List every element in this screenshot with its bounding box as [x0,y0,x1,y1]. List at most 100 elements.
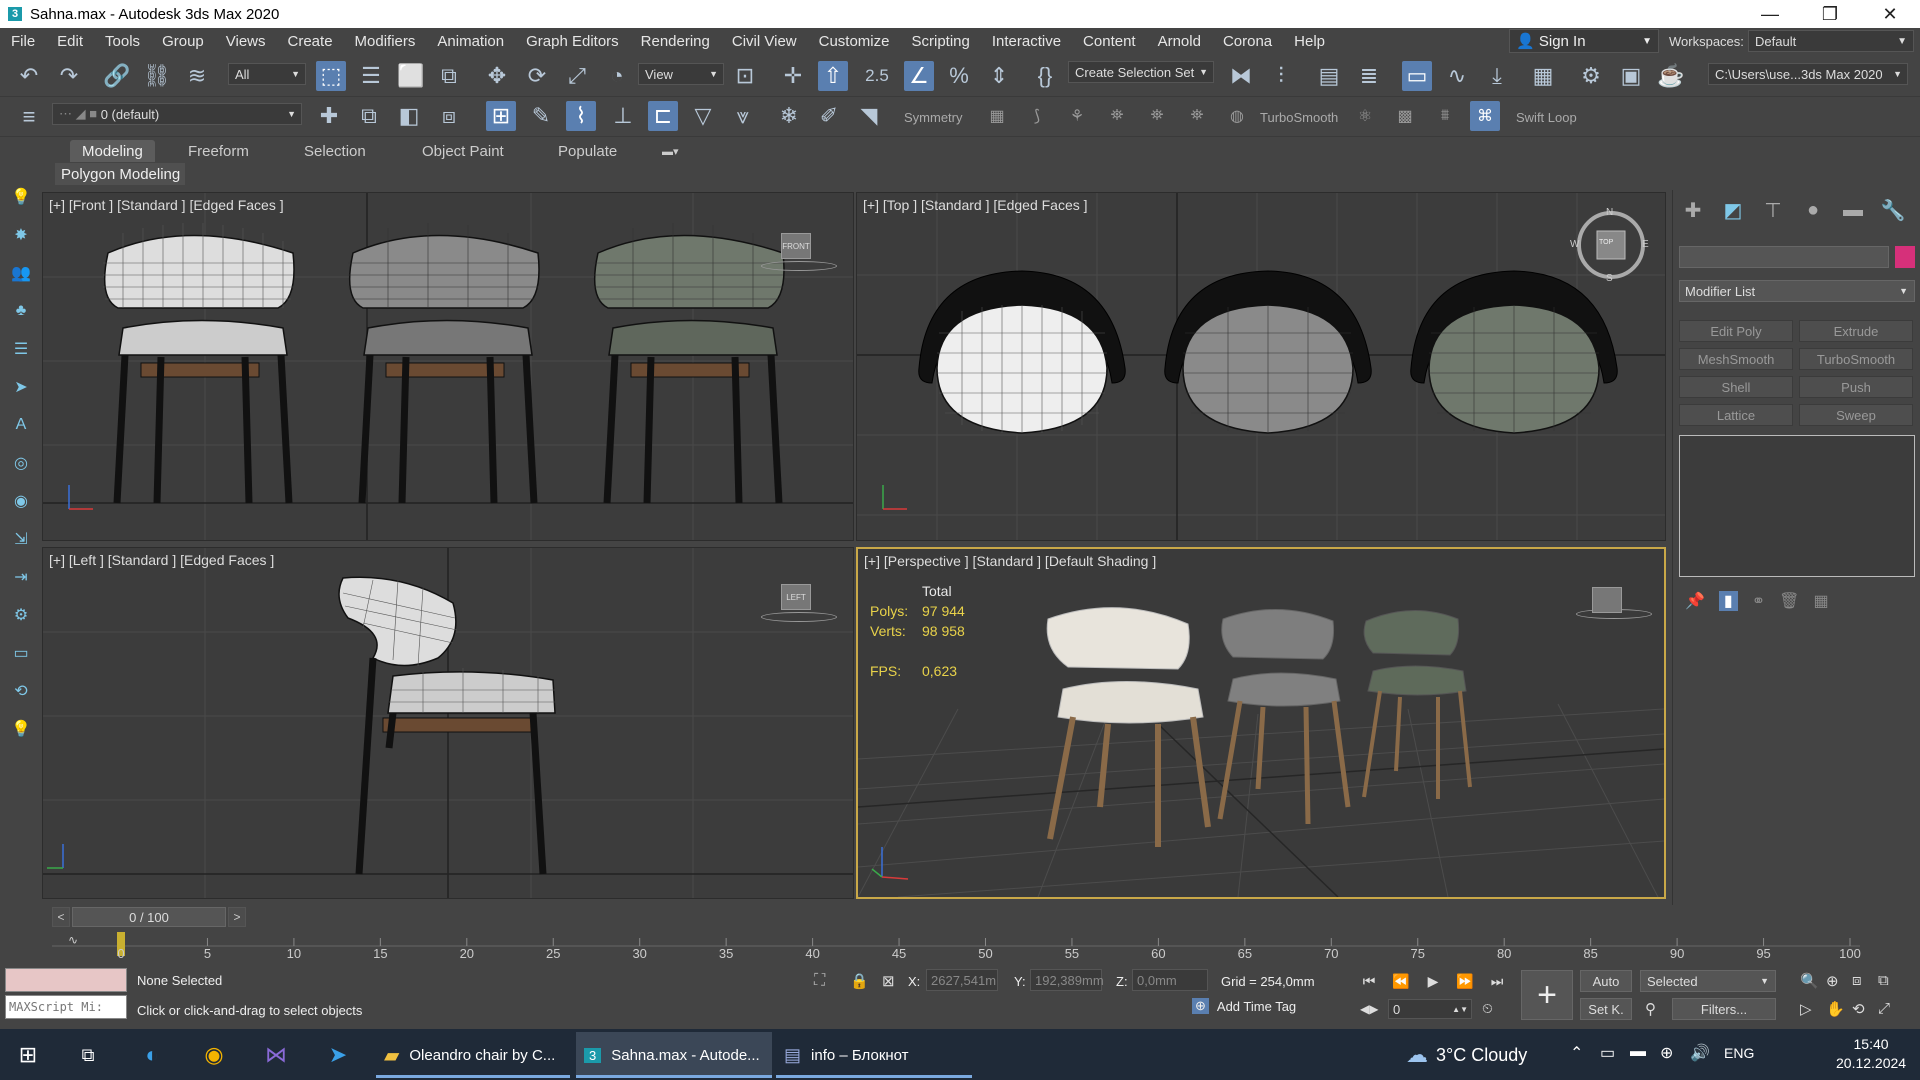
taskbar-app-3dsmax[interactable]: 3 Sahna.max - Autode... [576,1032,772,1078]
menu-views[interactable]: Views [215,33,277,50]
battery-icon[interactable]: ▬ [1630,1043,1646,1061]
tab-populate[interactable]: Populate [546,140,629,162]
bind-spacewarp-icon[interactable]: ≋ [182,61,212,91]
menu-scripting[interactable]: Scripting [900,33,980,50]
viewcube[interactable]: LEFT [781,584,811,610]
menu-customize[interactable]: Customize [808,33,901,50]
task-view-icon[interactable]: ⧉ [70,1037,106,1073]
pointer-icon[interactable]: ➤ [9,375,33,399]
viewport-top-label[interactable]: [+] [Top ] [Standard ] [Edged Faces ] [863,197,1088,213]
angle-snap-icon[interactable]: ∠ [904,61,934,91]
select-by-shape-icon[interactable]: ⩔ [728,101,758,131]
menu-content[interactable]: Content [1072,33,1147,50]
gear-icon[interactable]: ⚙ [9,603,33,627]
redo-icon[interactable]: ↷ [54,61,84,91]
frame-icon[interactable]: ▭ [9,641,33,665]
isolate-selection-icon[interactable]: ⛶ [814,972,825,990]
layer-select[interactable]: ⋯ ◢ ■ 0 (default) ▼ [52,103,302,125]
zoom-icon[interactable]: 🔍 [1800,972,1819,990]
show-end-result-icon[interactable]: ▮ [1718,591,1738,611]
globe-icon[interactable]: ⊕ [1660,1043,1673,1063]
key-filter-select[interactable]: Selected ▼ [1640,970,1776,992]
z-coord-field[interactable]: 0,0mm [1132,969,1208,991]
meshsmooth-button[interactable]: MeshSmooth [1679,348,1793,370]
shell-button[interactable]: Shell [1679,376,1793,398]
next-frame-arrow-icon[interactable]: > [228,907,246,927]
symmetry-label[interactable]: Symmetry [904,110,963,125]
face-snap-icon[interactable]: ⊥ [608,101,638,131]
grid-snap-icon[interactable]: ⊞ [486,101,516,131]
prev-frame-arrow-icon[interactable]: < [52,907,70,927]
close-button[interactable]: ✕ [1860,0,1920,28]
track-bar[interactable]: ∿ 0 5 10 15 20 25 30 35 40 45 50 55 60 65 70 75 80 85 90 95… [0,928,1920,964]
viewcube-top[interactable]: TOP [1599,239,1613,246]
move-icon[interactable]: ⇲ [9,527,33,551]
tree-icon[interactable]: ♣ [9,299,33,323]
modifier-icon-d[interactable]: ⛯ [1102,101,1132,131]
swift-loop-label[interactable]: Swift Loop [1516,110,1577,125]
set-key-button[interactable]: Set K. [1580,998,1632,1020]
create-layer-icon[interactable]: ✚ [314,101,344,131]
menu-group[interactable]: Group [151,33,215,50]
taskbar-app-notepad[interactable]: ▤ info – Блокнот [776,1032,972,1078]
torus-icon[interactable]: ◎ [9,451,33,475]
time-slider[interactable]: < 0 / 100 > [52,906,1920,928]
mirror-icon[interactable]: ⧓ [1226,61,1256,91]
polygon-select-icon[interactable]: ▽ [688,101,718,131]
viewport-left-label[interactable]: [+] [Left ] [Standard ] [Edged Faces ] [49,552,274,568]
weather-widget[interactable]: ☁ 3°C Cloudy [1406,1042,1527,1068]
spinner-snap-icon[interactable]: ⇕ [984,61,1014,91]
viewcube[interactable]: FRONT [781,233,811,259]
move-icon[interactable]: ✥ [482,61,512,91]
vertex-snap-icon[interactable]: ✎ [526,101,556,131]
sign-in-dropdown[interactable]: 👤 Sign In ▼ [1509,29,1659,53]
snowflake-icon[interactable]: ❄ [774,101,804,131]
menu-graph-editors[interactable]: Graph Editors [515,33,630,50]
percent-snap-icon[interactable]: % [944,61,974,91]
project-path-select[interactable]: C:\Users\use...3ds Max 2020 ▼ [1708,63,1908,85]
ribbon-options-icon[interactable]: ▬▾ [650,140,691,162]
time-slider-frame[interactable]: 0 / 100 [72,907,226,927]
zoom-extents-icon[interactable]: ⧈ [1852,972,1862,989]
display-tab-icon[interactable]: ▬ [1833,199,1873,222]
workspace-select[interactable]: Default ▼ [1748,30,1914,52]
volume-icon[interactable]: 🔊 [1690,1043,1710,1063]
checker-icon[interactable]: ▩ [1390,101,1420,131]
menu-file[interactable]: File [0,33,46,50]
select-in-layer-icon[interactable]: ◧ [394,101,424,131]
modifier-icon-f[interactable]: ⛯ [1182,101,1212,131]
modifier-icon-e[interactable]: ⛯ [1142,101,1172,131]
set-current-layer-icon[interactable]: ⧈ [434,101,464,131]
turbosmooth-label[interactable]: TurboSmooth [1260,110,1338,125]
menu-create[interactable]: Create [277,33,344,50]
x-coord-field[interactable]: 2627,541m [926,969,998,991]
edge-icon[interactable]: ◐ [134,1037,170,1073]
undo-icon[interactable]: ↶ [14,61,44,91]
link-icon[interactable]: 🔗 [102,61,132,91]
modifier-icon-b[interactable]: ⟆ [1022,101,1052,131]
rendered-frame-window-icon[interactable]: ▣ [1616,61,1646,91]
export-icon[interactable]: ⇥ [9,565,33,589]
lock-selection-icon[interactable]: 🔒 [850,972,869,990]
tab-object-paint[interactable]: Object Paint [410,140,516,162]
create-icon[interactable]: ✸ [9,223,33,247]
polygon-modeling-panel[interactable]: Polygon Modeling [55,163,185,185]
modify-tab-icon[interactable]: ◩ [1713,198,1753,223]
viewport-perspective[interactable]: [+] [Perspective ] [Standard ] [Default … [856,547,1666,899]
key-mode-icon[interactable]: ⚲ [1645,1000,1656,1018]
orbit-icon[interactable]: ⟲ [1852,1000,1865,1018]
toggle-ribbon-icon[interactable]: ▭ [1402,61,1432,91]
hierarchy-tab-icon[interactable]: ⊤ [1753,198,1793,223]
swirl-icon[interactable]: ⚛ [1350,101,1380,131]
utilities-tab-icon[interactable]: 🔧 [1873,198,1913,223]
configure-modifier-sets-icon[interactable]: ▦ [1813,591,1828,611]
edit-poly-button[interactable]: Edit Poly [1679,320,1793,342]
telegram-icon[interactable]: ➤ [320,1037,356,1073]
menu-interactive[interactable]: Interactive [981,33,1072,50]
zoom-all-icon[interactable]: ⊕ [1826,972,1839,990]
scene-explorer-icon[interactable]: ▤ [1314,61,1344,91]
current-frame-field[interactable]: 0 ▲▼ [1388,999,1472,1019]
extrude-button[interactable]: Extrude [1799,320,1913,342]
viewport-front-label[interactable]: [+] [Front ] [Standard ] [Edged Faces ] [49,197,284,213]
object-name-field[interactable] [1679,246,1889,268]
